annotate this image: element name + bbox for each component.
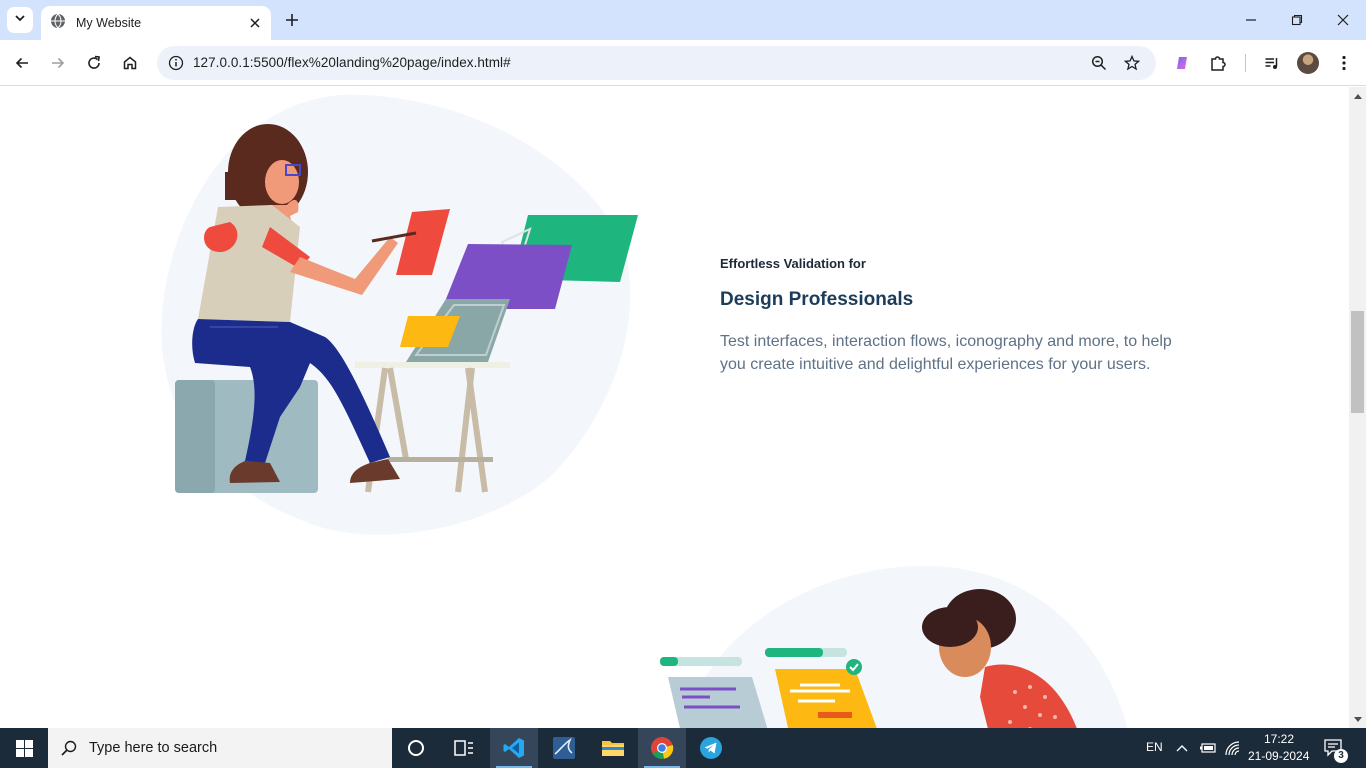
taskbar-search-box[interactable]: Type here to search: [48, 728, 392, 768]
feature-heading: Design Professionals: [720, 289, 914, 310]
taskbar-app-chrome[interactable]: [638, 728, 686, 768]
chevron-up-icon[interactable]: [1172, 738, 1192, 758]
tab-search-button[interactable]: [7, 7, 33, 33]
designer-illustration: [161, 94, 638, 535]
bookmark-star-icon[interactable]: [1119, 50, 1145, 76]
notification-count-badge: 3: [1334, 749, 1348, 763]
chevron-down-icon: [14, 11, 26, 29]
taskbar-app-vscode[interactable]: [490, 728, 538, 768]
taskbar-app-file-explorer[interactable]: [589, 728, 637, 768]
app-shark-icon: [553, 737, 575, 759]
taskbar-app-telegram[interactable]: [687, 728, 735, 768]
task-view-button[interactable]: [440, 728, 488, 768]
feature-eyebrow: Effortless Validation for: [720, 256, 866, 271]
feature-description: Test interfaces, interaction flows, icon…: [720, 333, 1172, 373]
cortana-button[interactable]: [392, 728, 440, 768]
task-view-icon: [454, 740, 473, 756]
feature-text-block: Effortless Validation for Design Profess…: [720, 256, 1190, 376]
wifi-icon[interactable]: [1222, 738, 1242, 758]
tab-close-icon[interactable]: [245, 13, 265, 33]
site-info-icon[interactable]: [163, 50, 189, 76]
globe-icon: [50, 13, 66, 34]
start-button[interactable]: [0, 728, 48, 768]
url-text[interactable]: 127.0.0.1:5500/flex%20landing%20page/ind…: [193, 55, 511, 70]
telegram-icon: [700, 737, 722, 759]
tab-title: My Website: [76, 16, 142, 30]
folder-icon: [602, 741, 624, 756]
battery-icon[interactable]: [1198, 738, 1218, 758]
page-scrollbar[interactable]: [1349, 87, 1366, 728]
extension-gemini-icon[interactable]: [1167, 48, 1197, 78]
language-indicator[interactable]: EN: [1146, 740, 1163, 754]
vscode-icon: [503, 738, 524, 758]
browser-tab-active[interactable]: My Website: [41, 6, 271, 40]
chrome-icon: [651, 737, 674, 759]
tab-strip: My Website: [0, 0, 1366, 40]
search-icon: [61, 740, 77, 756]
reload-button[interactable]: [79, 48, 109, 78]
back-button[interactable]: [7, 48, 37, 78]
new-tab-button[interactable]: [281, 9, 303, 31]
extensions-puzzle-icon[interactable]: [1203, 48, 1233, 78]
windows-taskbar: Type here to search EN 17:22 21-09-2024 …: [0, 728, 1366, 768]
scroll-down-arrow-icon[interactable]: [1349, 713, 1366, 725]
windows-logo-icon: [15, 739, 33, 757]
forward-button[interactable]: [43, 48, 73, 78]
taskbar-search-placeholder: Type here to search: [89, 740, 218, 756]
cortana-circle-icon: [408, 740, 424, 756]
clock-date[interactable]: 21-09-2024: [1248, 749, 1309, 763]
close-window-button[interactable]: [1320, 5, 1366, 35]
scroll-up-arrow-icon[interactable]: [1349, 90, 1366, 102]
restore-button[interactable]: [1274, 5, 1320, 35]
browser-toolbar: 127.0.0.1:5500/flex%20landing%20page/ind…: [0, 40, 1366, 86]
page-viewport: Effortless Validation for Design Profess…: [0, 87, 1349, 728]
media-control-icon[interactable]: [1257, 48, 1287, 78]
profile-avatar[interactable]: [1297, 52, 1319, 74]
clock-time[interactable]: 17:22: [1264, 732, 1294, 746]
zoom-icon[interactable]: [1086, 50, 1112, 76]
collaboration-illustration: [660, 566, 1128, 728]
home-button[interactable]: [115, 48, 145, 78]
minimize-button[interactable]: [1228, 5, 1274, 35]
taskbar-app-wireshark[interactable]: [540, 728, 588, 768]
address-bar[interactable]: 127.0.0.1:5500/flex%20landing%20page/ind…: [157, 46, 1156, 80]
toolbar-divider: [1245, 54, 1246, 72]
scrollbar-thumb[interactable]: [1351, 311, 1364, 413]
more-menu-icon[interactable]: [1329, 48, 1359, 78]
